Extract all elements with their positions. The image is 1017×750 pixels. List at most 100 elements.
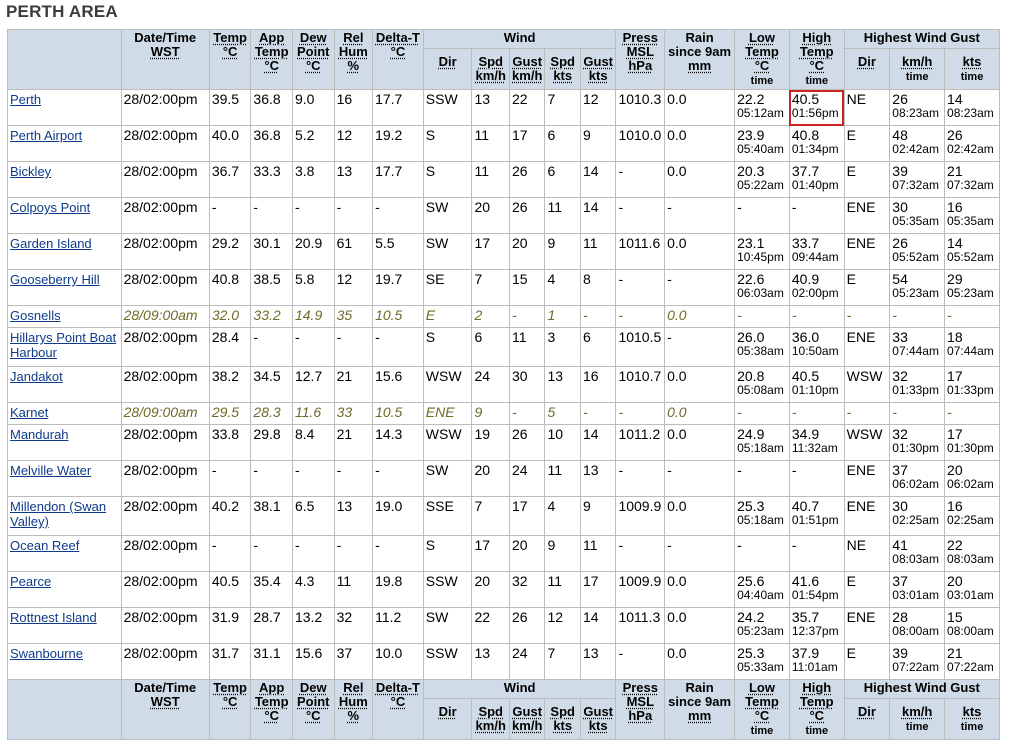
header-wind-gust-kmh[interactable]: Gust km/h xyxy=(508,47,546,91)
cell-time: 08:03am xyxy=(947,552,994,566)
table-row: Mandurah 28/02:00pm 33.8 29.8 8.4 21 14.3 WSW 19… xyxy=(7,424,1000,461)
cell-press: - xyxy=(615,197,666,234)
header-delta-t[interactable]: Delta-T °C xyxy=(372,29,424,90)
footer-gust-dir[interactable]: Dir xyxy=(843,697,891,741)
cell-rel-hum: 21 xyxy=(333,424,374,461)
cell-gust-kts: 14 05:52am xyxy=(944,233,1000,270)
footer-press[interactable]: Press MSL hPa xyxy=(615,679,666,740)
cell-value: - xyxy=(737,537,742,553)
header-gust-kmh[interactable]: km/h time xyxy=(889,47,946,91)
footer-low-temp[interactable]: Low Temp °C time xyxy=(734,679,790,740)
cell-delta-t: 5.5 xyxy=(372,233,424,270)
cell-app-temp: - xyxy=(250,327,293,367)
cell-high-temp: 40.9 02:00pm xyxy=(788,269,845,306)
header-app-temp[interactable]: App Temp °C xyxy=(250,29,293,90)
cell-gust-kmh: 32 01:30pm xyxy=(889,424,946,461)
footer-gust-kts[interactable]: kts time xyxy=(944,697,1000,741)
station-link[interactable]: Perth Airport xyxy=(10,128,82,143)
cell-value: - xyxy=(791,307,797,323)
station-link[interactable]: Colpoys Point xyxy=(10,200,90,215)
cell-high-temp: 40.5 01:10pm xyxy=(788,366,845,403)
cell-wind-gust-kmh: 26 xyxy=(508,161,546,198)
cell-app-temp: 38.1 xyxy=(250,496,293,536)
header-wind-spd-kts[interactable]: Spd kts xyxy=(544,47,581,91)
station-link[interactable]: Millendon (Swan Valley) xyxy=(10,499,106,529)
station-link[interactable]: Pearce xyxy=(10,574,51,589)
station-link[interactable]: Ocean Reef xyxy=(10,538,79,553)
header-station xyxy=(7,29,122,90)
station-link[interactable]: Swanbourne xyxy=(10,646,83,661)
cell-value: 17 xyxy=(947,426,963,442)
footer-wind-gust-kmh[interactable]: Gust km/h xyxy=(508,697,546,741)
station-link[interactable]: Mandurah xyxy=(10,427,69,442)
cell-wind-spd-kmh: 20 xyxy=(471,460,510,497)
station-link[interactable]: Melville Water xyxy=(10,463,91,478)
header-datetime[interactable]: Date/Time WST xyxy=(120,29,210,90)
cell-rel-hum: 12 xyxy=(333,269,374,306)
station-link[interactable]: Garden Island xyxy=(10,236,92,251)
cell-temp: 31.9 xyxy=(208,607,252,644)
cell-wind-spd-kts: 11 xyxy=(544,571,581,608)
cell-value: 40.9 xyxy=(791,271,820,287)
cell-temp: - xyxy=(208,197,252,234)
footer-wind-spd-kts[interactable]: Spd kts xyxy=(544,697,581,741)
cell-temp: 40.8 xyxy=(208,269,252,306)
cell-temp: 33.8 xyxy=(208,424,252,461)
footer-datetime[interactable]: Date/Time WST xyxy=(120,679,210,740)
footer-wind-gust-kts[interactable]: Gust kts xyxy=(579,697,617,741)
cell-wind-dir: SE xyxy=(422,269,473,306)
footer-wind-dir[interactable]: Dir xyxy=(422,697,473,741)
station-link[interactable]: Bickley xyxy=(10,164,51,179)
cell-value: 37 xyxy=(892,573,908,589)
cell-time: 05:12am xyxy=(737,106,784,120)
footer-app-temp[interactable]: App Temp °C xyxy=(250,679,293,740)
cell-rel-hum: 35 xyxy=(333,305,374,328)
footer-temp[interactable]: Temp °C xyxy=(208,679,252,740)
footer-wind-spd-kmh[interactable]: Spd km/h xyxy=(471,697,510,741)
cell-rain: 0.0 xyxy=(664,571,736,608)
cell-datetime: 28/02:00pm xyxy=(120,366,210,403)
cell-value: 34.9 xyxy=(791,426,820,442)
cell-temp: 40.5 xyxy=(208,571,252,608)
header-rel-hum[interactable]: Rel Hum% xyxy=(333,29,374,90)
cell-time: 05:33am xyxy=(737,660,784,674)
header-wind-gust-kts[interactable]: Gust kts xyxy=(579,47,617,91)
cell-value: 39 xyxy=(892,163,908,179)
footer-delta-t[interactable]: Delta-T °C xyxy=(372,679,424,740)
footer-rel-hum[interactable]: Rel Hum% xyxy=(333,679,374,740)
header-wind-spd-kmh[interactable]: Spd km/h xyxy=(471,47,510,91)
station-link[interactable]: Karnet xyxy=(10,405,48,420)
cell-value: - xyxy=(892,307,897,323)
header-dew-point[interactable]: Dew Point °C xyxy=(291,29,335,90)
header-high-temp[interactable]: High Temp °C time xyxy=(788,29,845,90)
cell-wind-spd-kts: 4 xyxy=(544,269,581,306)
cell-value: 54 xyxy=(892,271,908,287)
header-low-temp[interactable]: Low Temp °C time xyxy=(734,29,790,90)
footer-dew-point[interactable]: Dew Point °C xyxy=(291,679,335,740)
station-link[interactable]: Gosnells xyxy=(10,308,61,323)
cell-datetime: 28/02:00pm xyxy=(120,607,210,644)
table-row: Perth Airport 28/02:00pm 40.0 36.8 5.2 12 19.2… xyxy=(7,125,1000,162)
header-press[interactable]: Press MSL hPa xyxy=(615,29,666,90)
station-link[interactable]: Rottnest Island xyxy=(10,610,97,625)
header-gust-kts[interactable]: kts time xyxy=(944,47,1000,91)
header-rain[interactable]: Rain since 9am mm xyxy=(664,29,736,90)
observations-table: Date/Time WST Temp °C App Temp °C Dew Point… xyxy=(7,29,1001,741)
cell-gust-dir: ENE xyxy=(843,460,891,497)
cell-wind-spd-kts: 9 xyxy=(544,233,581,270)
station-link[interactable]: Gooseberry Hill xyxy=(10,272,100,287)
header-temp[interactable]: Temp °C xyxy=(208,29,252,90)
footer-rain[interactable]: Rain since 9am mm xyxy=(664,679,736,740)
footer-high-temp[interactable]: High Temp °C time xyxy=(788,679,845,740)
station-link[interactable]: Perth xyxy=(10,92,41,107)
header-gust-dir[interactable]: Dir xyxy=(843,47,891,91)
header-wind-dir[interactable]: Dir xyxy=(422,47,473,91)
station-link[interactable]: Jandakot xyxy=(10,369,63,384)
cell-time: 05:35am xyxy=(892,214,939,228)
station-link[interactable]: Hillarys Point Boat Harbour xyxy=(10,330,116,360)
table-header-top: Date/Time WST Temp °C App Temp °C Dew Point… xyxy=(7,29,1001,91)
cell-time: 07:32am xyxy=(892,178,939,192)
footer-gust-kmh[interactable]: km/h time xyxy=(889,697,946,741)
cell-time: 07:32am xyxy=(947,178,994,192)
cell-datetime: 28/02:00pm xyxy=(120,643,210,680)
